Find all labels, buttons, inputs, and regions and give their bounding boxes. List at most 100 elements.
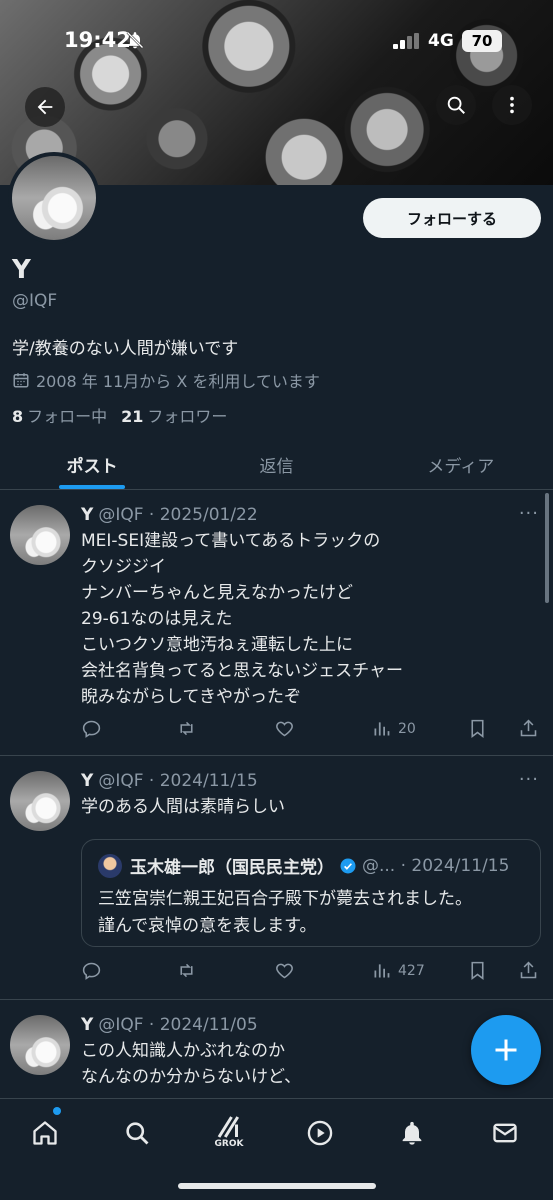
views-button[interactable]: 20 [371,718,416,739]
profile-bio: 学/教養のない人間が嫌いです [12,339,239,359]
back-button[interactable] [25,87,65,127]
share-button[interactable] [518,960,539,981]
share-icon [520,719,537,737]
views-count: 427 [398,962,425,979]
compose-button[interactable] [471,1015,541,1085]
tweet-header: Y @IQF · 2024/11/05 [81,1015,258,1035]
quoted-text: 三笠宮崇仁親王妃百合子殿下が薨去されました。 謹んで哀悼の意を表します。 [98,889,472,936]
share-icon [520,961,537,979]
repost-icon [180,721,193,736]
search-icon [126,1122,149,1145]
arrow-left-icon [37,99,53,115]
heart-icon [276,721,293,737]
profile-avatar[interactable] [8,152,100,244]
tweet-more-icon[interactable]: ··· [519,503,539,524]
like-button[interactable] [274,960,295,981]
verified-badge-icon [340,858,356,873]
reply-icon [82,720,101,738]
signal-icon [393,33,419,49]
reply-button[interactable] [81,960,102,981]
followers-link[interactable]: 21 フォロワー [121,403,227,427]
followers-label: フォロワー [147,407,228,426]
tweet-avatar[interactable] [10,505,70,565]
bell-off-icon [126,31,144,49]
tab-replies[interactable]: 返信 [184,440,368,489]
tweet-avatar[interactable] [10,1015,70,1075]
status-bar: 19:42 4G 70 [0,0,553,80]
bookmark-button[interactable] [467,960,488,981]
nav-messages[interactable] [483,1111,527,1155]
status-time: 19:42 [64,28,131,52]
home-icon [33,1121,57,1145]
tweet[interactable]: Y @IQF · 2025/01/22 ··· MEI-SEI建設って書いてあるト… [0,491,553,756]
tweet-author: Y [81,505,94,525]
followers-count: 21 [121,407,144,426]
reply-button[interactable] [81,718,102,739]
quoted-avatar [98,854,122,878]
views-button[interactable]: 427 [371,960,425,981]
notification-dot [53,1107,61,1115]
quoted-meta: @... · 2024/11/15 [362,855,510,876]
tweet-more-icon[interactable]: ··· [519,769,539,790]
network-type: 4G [428,31,454,51]
tweet-text: この人知識人かぶれなのか なんなのか分からないけど、 [81,1041,302,1087]
plus-icon [495,1039,517,1061]
tab-media[interactable]: メディア [369,440,553,489]
profile-name: Y [12,255,31,285]
bookmark-button[interactable] [467,718,488,739]
like-button[interactable] [274,718,295,739]
nav-notifications[interactable] [390,1111,434,1155]
nav-home[interactable] [23,1111,67,1155]
repost-icon [180,963,193,978]
views-count: 20 [398,720,416,737]
tweet-actions: 427 [81,960,541,984]
tweet-meta: @IQF · 2024/11/05 [98,1015,258,1035]
tweet-header: Y @IQF · 2024/11/15 [81,771,258,791]
bookmark-icon [471,961,484,980]
mail-icon [493,1123,517,1143]
quoted-tweet[interactable]: 玉木雄一郎（国民民主党） @... · 2024/11/15 三笠宮崇仁親王妃百… [81,839,541,947]
following-count: 8 [12,407,24,426]
reply-icon [82,962,101,980]
profile-handle: @IQF [12,291,58,311]
tweet-text: MEI-SEI建設って書いてあるトラックの クソジジイ ナンバーちゃんと見えなか… [81,531,403,707]
tweet-author: Y [81,1015,94,1035]
tweet-meta: @IQF · 2024/11/15 [98,771,258,791]
tab-posts[interactable]: ポスト [0,440,184,489]
search-icon [447,96,465,114]
tweet-avatar[interactable] [10,771,70,831]
tweet-text: 学のある人間は素晴らしい [81,797,285,817]
bookmark-icon [471,719,484,738]
tweet-actions: 20 [81,718,541,742]
more-vertical-icon [510,96,514,114]
more-options-button[interactable] [492,85,532,125]
share-button[interactable] [518,718,539,739]
bar-chart-icon [374,964,390,978]
bar-chart-icon [374,722,390,736]
repost-button[interactable] [176,718,197,739]
following-link[interactable]: 8 フォロー中 [12,403,107,427]
tweet-author: Y [81,771,94,791]
joined-date: 2008 年 11月から X を利用しています [12,368,320,392]
home-indicator [178,1183,376,1189]
following-label: フォロー中 [27,407,108,426]
grok-label: GROK [214,1139,244,1149]
quoted-author: 玉木雄一郎（国民民主党） [130,858,334,878]
repost-button[interactable] [176,960,197,981]
quoted-header: 玉木雄一郎（国民民主党） @... · 2024/11/15 [130,853,510,879]
search-button[interactable] [436,85,476,125]
scrollbar[interactable] [545,493,549,603]
nav-video[interactable] [298,1111,342,1155]
profile-tabs: ポスト 返信 メディア [0,440,553,490]
follow-button[interactable]: フォローする [363,198,541,238]
tweet-meta: @IQF · 2025/01/22 [98,505,258,525]
nav-search[interactable] [115,1111,159,1155]
battery-level: 70 [462,30,502,52]
tweet-header: Y @IQF · 2025/01/22 [81,505,258,525]
follow-stats: 8 フォロー中 21 フォロワー [12,403,227,427]
bell-icon [402,1121,422,1145]
heart-icon [276,963,293,979]
calendar-icon [13,373,29,388]
play-circle-icon [307,1120,333,1146]
tweet[interactable]: Y @IQF · 2024/11/15 ··· 学のある人間は素晴らしい 玉木雄一… [0,757,553,1000]
